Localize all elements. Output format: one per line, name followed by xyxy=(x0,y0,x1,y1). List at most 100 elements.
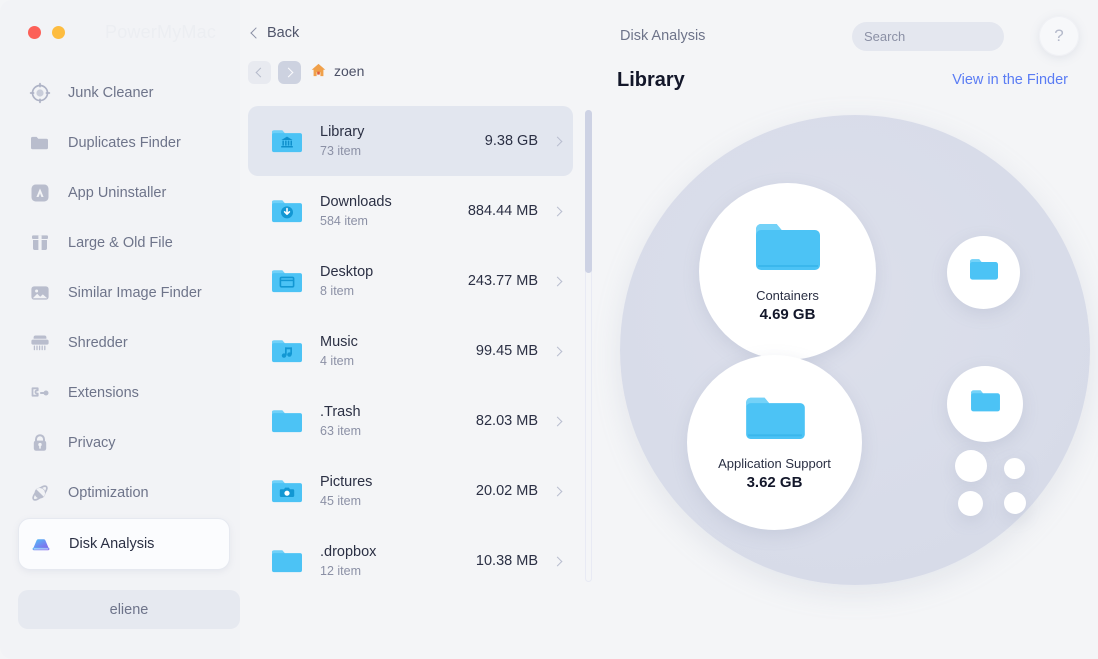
back-link[interactable]: Back xyxy=(250,25,300,41)
sidebar-nav: Junk Cleaner Duplicates Finder App Unins… xyxy=(0,68,240,570)
sidebar-item-label: Privacy xyxy=(68,435,116,451)
search-box[interactable] xyxy=(852,22,1053,51)
file-size: 82.03 MB xyxy=(475,413,538,429)
bubble-size: 4.69 GB xyxy=(759,305,816,323)
sidebar-item-app-uninstaller[interactable]: App Uninstaller xyxy=(0,168,240,218)
bubble-unlabeled-2[interactable] xyxy=(947,366,1023,442)
file-size: 10.38 MB xyxy=(475,553,538,569)
sidebar-item-large-old-file[interactable]: Large & Old File xyxy=(0,218,240,268)
sidebar-item-label: Large & Old File xyxy=(68,235,173,251)
page-title: Library xyxy=(617,69,685,91)
sidebar-item-shredder[interactable]: Shredder xyxy=(0,318,240,368)
help-button[interactable]: ? xyxy=(1039,16,1079,56)
nav-forward-button[interactable] xyxy=(278,61,301,84)
pager-controls xyxy=(248,61,301,84)
hard-drive-icon xyxy=(29,532,53,556)
table-row[interactable]: .Trash 63 item 82.03 MB xyxy=(248,386,573,456)
sidebar: PowerMyMac Junk Cleaner Duplicates Finde… xyxy=(0,0,240,659)
file-item-count: 584 item xyxy=(320,214,368,228)
bubble-label: Containers xyxy=(756,287,819,303)
lock-icon xyxy=(28,431,52,455)
sidebar-item-disk-analysis[interactable]: Disk Analysis xyxy=(18,518,230,570)
file-name: Pictures xyxy=(320,474,373,490)
folder-icon xyxy=(969,258,999,287)
folder-music-icon xyxy=(270,334,304,368)
sidebar-item-optimization[interactable]: Optimization xyxy=(0,468,240,518)
image-icon xyxy=(28,281,52,305)
atom-icon xyxy=(28,481,52,505)
sidebar-item-label: Extensions xyxy=(68,385,139,401)
file-item-count: 45 item xyxy=(320,494,361,508)
back-label: Back xyxy=(267,25,300,41)
chevron-right-icon[interactable] xyxy=(552,276,563,286)
minimize-button[interactable] xyxy=(52,26,65,39)
row-names: Pictures 45 item xyxy=(320,474,476,508)
chevron-right-icon[interactable] xyxy=(552,556,563,566)
file-name: .dropbox xyxy=(320,544,377,560)
row-names: Downloads 584 item xyxy=(320,194,468,228)
account-button[interactable]: eliene xyxy=(18,590,240,629)
file-name: Desktop xyxy=(320,264,374,280)
view-in-finder-link[interactable]: View in the Finder xyxy=(952,72,1068,88)
row-names: Desktop 8 item xyxy=(320,264,468,298)
table-row[interactable]: Music 4 item 99.45 MB xyxy=(248,316,573,386)
file-list: Library 73 item 9.38 GB Downloads 584 it… xyxy=(248,106,573,596)
folder-pictures-icon xyxy=(270,474,304,508)
chevron-right-icon[interactable] xyxy=(552,136,563,146)
breadcrumb[interactable]: zoen xyxy=(310,62,364,79)
bubble-chart-field xyxy=(620,115,1090,585)
table-row[interactable]: Downloads 584 item 884.44 MB xyxy=(248,176,573,246)
sidebar-item-privacy[interactable]: Privacy xyxy=(0,418,240,468)
file-name: Library xyxy=(320,124,365,140)
nav-back-button[interactable] xyxy=(248,61,271,84)
powermymac-window: PowerMyMac Junk Cleaner Duplicates Finde… xyxy=(0,0,1098,659)
file-size: 20.02 MB xyxy=(475,483,538,499)
file-name: Downloads xyxy=(320,194,392,210)
bubble-containers[interactable]: Containers 4.69 GB xyxy=(699,183,876,360)
app-brand-title: PowerMyMac xyxy=(105,22,217,42)
sidebar-item-label: Shredder xyxy=(68,335,128,351)
bubble-unlabeled-1[interactable] xyxy=(947,236,1020,309)
sidebar-item-similar-image-finder[interactable]: Similar Image Finder xyxy=(0,268,240,318)
bubble-unlabeled-3[interactable] xyxy=(955,450,987,482)
file-size: 243.77 MB xyxy=(467,273,538,289)
bubble-application-support[interactable]: Application Support 3.62 GB xyxy=(687,355,862,530)
search-input[interactable] xyxy=(864,29,1040,44)
module-title: Disk Analysis xyxy=(620,28,706,44)
box-icon xyxy=(28,231,52,255)
window-traffic-lights xyxy=(28,26,65,39)
file-item-count: 8 item xyxy=(320,284,355,298)
file-size: 884.44 MB xyxy=(467,203,538,219)
folder-icon xyxy=(744,395,806,450)
chevron-right-icon[interactable] xyxy=(552,206,563,216)
close-button[interactable] xyxy=(28,26,41,39)
row-names: Library 73 item xyxy=(320,124,485,158)
bubble-unlabeled-5[interactable] xyxy=(958,491,983,516)
chevron-right-icon[interactable] xyxy=(552,486,563,496)
chevron-right-icon[interactable] xyxy=(552,346,563,356)
table-row[interactable]: Desktop 8 item 243.77 MB xyxy=(248,246,573,316)
sidebar-item-label: Duplicates Finder xyxy=(68,135,181,151)
sidebar-item-junk-cleaner[interactable]: Junk Cleaner xyxy=(0,68,240,118)
chevron-left-icon xyxy=(255,67,266,78)
breadcrumb-path: zoen xyxy=(334,62,365,79)
table-row[interactable]: Pictures 45 item 20.02 MB xyxy=(248,456,573,526)
list-scrollbar-thumb[interactable] xyxy=(585,110,592,273)
disk-usage-bubble-chart: Containers 4.69 GB Application Support 3… xyxy=(612,105,1098,659)
folder-desktop-icon xyxy=(270,264,304,298)
sidebar-item-label: Disk Analysis xyxy=(69,536,155,552)
file-item-count: 63 item xyxy=(320,424,361,438)
sidebar-item-duplicates-finder[interactable]: Duplicates Finder xyxy=(0,118,240,168)
folder-icon xyxy=(754,221,822,282)
bubble-unlabeled-4[interactable] xyxy=(1004,458,1025,479)
folder-plain-icon xyxy=(270,544,304,578)
app-store-icon xyxy=(28,181,52,205)
table-row[interactable]: Library 73 item 9.38 GB xyxy=(248,106,573,176)
bubble-unlabeled-6[interactable] xyxy=(1004,492,1026,514)
row-names: Music 4 item xyxy=(320,334,476,368)
table-row[interactable]: .dropbox 12 item 10.38 MB xyxy=(248,526,573,596)
chevron-right-icon[interactable] xyxy=(552,416,563,426)
sidebar-item-extensions[interactable]: Extensions xyxy=(0,368,240,418)
row-names: .dropbox 12 item xyxy=(320,544,476,578)
file-name: Music xyxy=(320,334,358,350)
